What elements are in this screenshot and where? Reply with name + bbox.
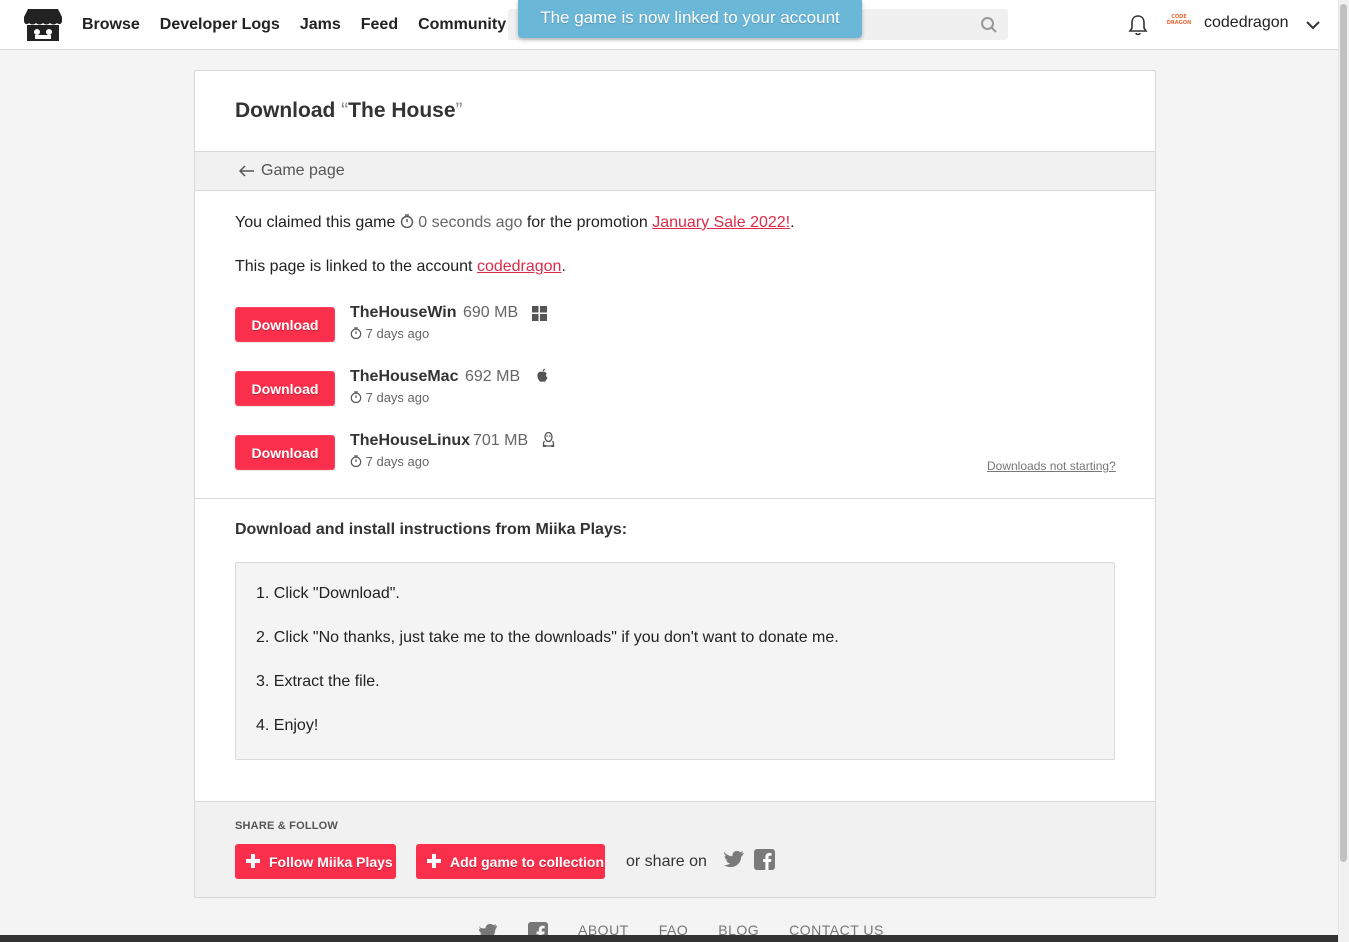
- main-nav: Browse Developer Logs Jams Feed Communit…: [82, 0, 506, 50]
- username[interactable]: codedragon: [1204, 14, 1289, 32]
- share-on-label: or share on: [626, 853, 707, 870]
- instruction-line: 4. Enjoy!: [256, 717, 319, 734]
- instruction-line: 1. Click "Download".: [256, 585, 400, 602]
- section-divider: [195, 498, 1155, 499]
- search-icon[interactable]: [980, 16, 998, 34]
- follow-button[interactable]: Follow Miika Plays: [235, 844, 396, 879]
- linux-icon: [542, 432, 555, 447]
- nav-feed[interactable]: Feed: [361, 16, 398, 34]
- account-link[interactable]: codedragon: [477, 258, 562, 275]
- nav-developer-logs[interactable]: Developer Logs: [160, 16, 280, 34]
- linked-toast: The game is now linked to your account: [518, 0, 862, 38]
- game-page-link[interactable]: Game page: [239, 162, 345, 180]
- site-header: Browse Developer Logs Jams Feed Communit…: [0, 0, 1338, 50]
- downloads-not-starting-link[interactable]: Downloads not starting?: [987, 459, 1116, 473]
- follow-label: Follow Miika Plays: [269, 853, 393, 870]
- stopwatch-icon: [400, 214, 414, 228]
- download-button[interactable]: Download: [235, 371, 335, 406]
- download-button[interactable]: Download: [235, 307, 335, 342]
- instruction-line: 2. Click "No thanks, just take me to the…: [256, 629, 839, 646]
- upload-date-text: 7 days ago: [365, 454, 430, 469]
- upload-date: 7 days ago: [350, 454, 429, 469]
- upload-date-text: 7 days ago: [365, 390, 430, 405]
- instruction-line: 3. Extract the file.: [256, 673, 380, 690]
- upload-date-text: 7 days ago: [365, 326, 430, 341]
- title-close-quote: ”: [455, 99, 463, 122]
- add-to-collection-button[interactable]: Add game to collection: [416, 844, 605, 879]
- game-title: The House: [348, 99, 456, 122]
- nav-browse[interactable]: Browse: [82, 16, 140, 34]
- upload-date: 7 days ago: [350, 326, 429, 341]
- download-button[interactable]: Download: [235, 435, 335, 470]
- promotion-link[interactable]: January Sale 2022!: [652, 214, 790, 231]
- upload-size: 690 MB: [463, 304, 519, 321]
- claim-after: .: [790, 214, 795, 231]
- stopwatch-icon: [350, 327, 362, 339]
- upload-row: Download TheHouseLinux 701 MB 7 days ago: [235, 432, 1115, 473]
- twitter-icon[interactable]: [723, 850, 745, 870]
- download-card: Download “The House” Game page You claim…: [194, 70, 1156, 898]
- upload-row: Download TheHouseWin 690 MB 7 days ago: [235, 304, 1115, 345]
- nav-jams[interactable]: Jams: [300, 16, 341, 34]
- bell-icon[interactable]: [1128, 14, 1148, 36]
- collection-label: Add game to collection: [450, 853, 605, 870]
- apple-icon: [537, 368, 548, 382]
- upload-name: TheHouseMac: [350, 368, 459, 385]
- back-bar: Game page: [195, 151, 1155, 191]
- facebook-icon[interactable]: [754, 849, 775, 870]
- arrow-left-icon: [239, 165, 254, 177]
- avatar[interactable]: CODE DRAGON: [1166, 14, 1192, 34]
- plus-icon: [246, 854, 260, 868]
- claim-time: 0 seconds ago: [418, 214, 523, 231]
- upload-date: 7 days ago: [350, 390, 429, 405]
- upload-size: 692 MB: [465, 368, 521, 385]
- share-follow-label: SHARE & FOLLOW: [235, 820, 339, 832]
- chevron-down-icon[interactable]: [1304, 16, 1322, 34]
- claim-text: You claimed this game 0 seconds ago for …: [235, 214, 795, 232]
- claim-before: You claimed this game: [235, 214, 396, 231]
- upload-name: TheHouseLinux: [350, 432, 471, 449]
- scroll-thumb[interactable]: [1340, 4, 1347, 862]
- windows-icon: [532, 306, 547, 321]
- linked-text: This page is linked to the account coded…: [235, 258, 566, 276]
- linked-after: .: [561, 258, 566, 275]
- scrollbar[interactable]: [1338, 0, 1349, 942]
- title-prefix: Download: [235, 99, 336, 122]
- plus-icon: [427, 854, 441, 868]
- share-follow-section: SHARE & FOLLOW Follow Miika Plays Add ga…: [195, 801, 1155, 897]
- instructions-box: 1. Click "Download". 2. Click "No thanks…: [235, 562, 1115, 760]
- linked-before: This page is linked to the account: [235, 258, 473, 275]
- stopwatch-icon: [350, 391, 362, 403]
- bottom-bar: [0, 935, 1338, 942]
- page-title: Download “The House”: [235, 99, 463, 123]
- game-page-label: Game page: [261, 162, 345, 179]
- claim-middle: for the promotion: [526, 214, 648, 231]
- nav-community[interactable]: Community: [418, 16, 506, 34]
- itchio-logo-icon[interactable]: [23, 7, 63, 43]
- upload-name: TheHouseWin: [350, 304, 457, 321]
- stopwatch-icon: [350, 455, 362, 467]
- upload-row: Download TheHouseMac 692 MB 7 days ago: [235, 368, 1115, 409]
- instructions-title: Download and install instructions from M…: [235, 521, 628, 538]
- upload-size: 701 MB: [473, 432, 529, 449]
